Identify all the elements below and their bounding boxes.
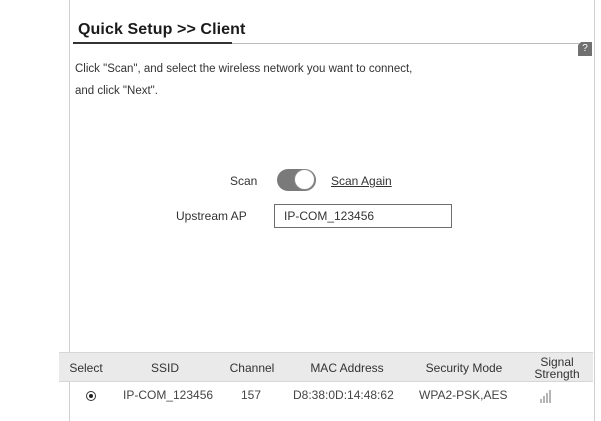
instructions: Click "Scan", and select the wireless ne… [75,58,412,102]
row-ssid: IP-COM_123456 [123,388,214,402]
row-channel: 157 [241,388,262,402]
title-divider [232,43,588,44]
instruction-line-2: and click "Next". [75,85,158,97]
upstream-ap-label: Upstream AP [176,209,247,223]
row-select-radio[interactable] [86,391,96,401]
col-signal-line-2: Strength [534,367,580,381]
col-select: Select [69,361,103,375]
signal-bars-icon [540,389,556,403]
col-security-mode: Security Mode [425,361,503,375]
page-title: Quick Setup >> Client [78,21,246,38]
row-mac-address: D8:38:0D:14:48:62 [293,388,394,402]
help-icon[interactable]: ? [578,42,592,56]
col-mac-address: MAC Address [310,361,384,375]
col-ssid: SSID [150,361,179,375]
table-header: Select SSID Channel MAC Address Security… [59,352,593,382]
scan-label: Scan [230,174,258,188]
table-row[interactable]: IP-COM_123456 157 D8:38:0D:14:48:62 WPA2… [59,385,593,409]
row-security-mode: WPA2-PSK,AES [419,388,508,402]
title-underline [73,42,232,44]
col-signal-strength: Signal Strength [521,353,593,383]
instruction-line-1: Click "Scan", and select the wireless ne… [75,63,413,75]
upstream-ap-input[interactable] [274,204,452,228]
scan-again-link[interactable]: Scan Again [331,174,392,188]
scan-toggle[interactable] [277,169,316,191]
col-channel: Channel [229,361,275,375]
toggle-knob [294,169,315,190]
